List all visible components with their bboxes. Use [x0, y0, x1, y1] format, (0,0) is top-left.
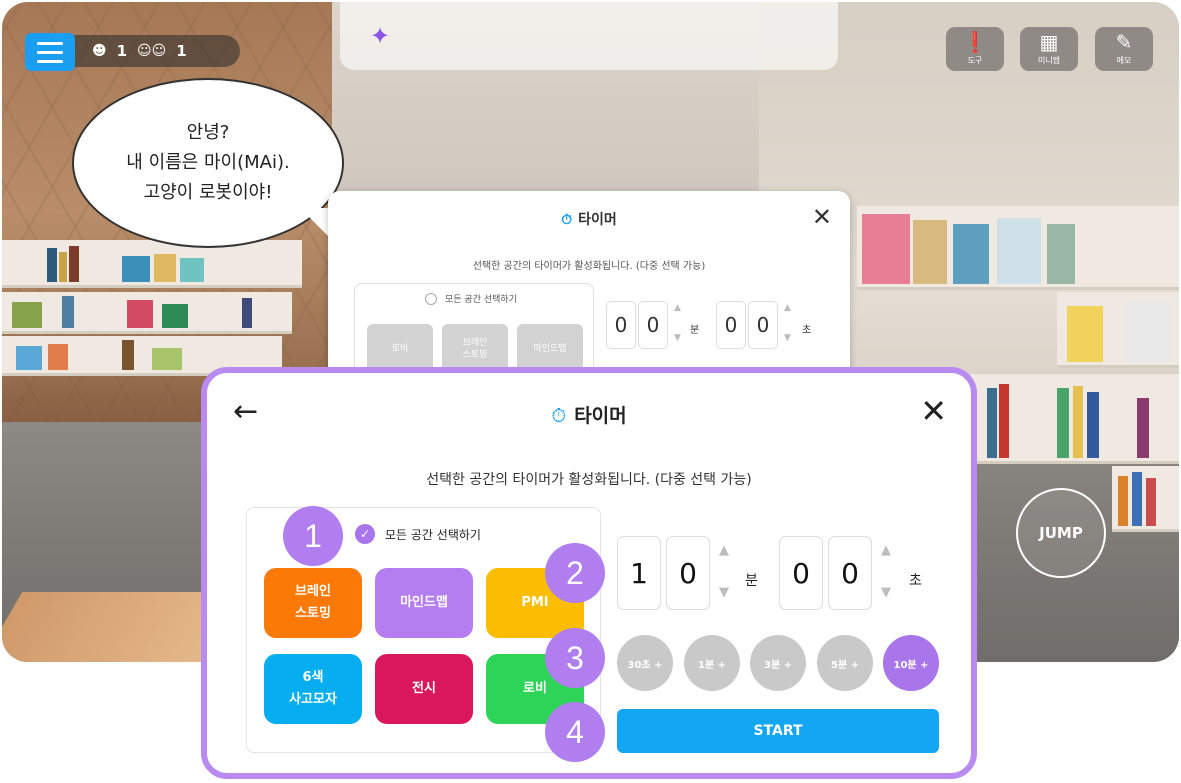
space-chip-exhibition[interactable]: 전시	[375, 654, 473, 724]
speech-bubble-tail	[300, 208, 330, 238]
dialog-subtitle: 선택한 공간의 타이머가 활성화됩니다. (다중 선택 가능)	[426, 472, 752, 488]
unit-minutes: 분	[745, 573, 758, 589]
users-icon: ☺☺	[137, 43, 167, 59]
timer-dialog-preview: ⏱ 타이머 ✕ 선택한 공간의 타이머가 활성화됩니다. (다중 선택 가능) 모…	[328, 191, 850, 391]
mini-min-tens[interactable]: 0	[606, 301, 636, 349]
mini-select-all[interactable]: 모든 공간 선택하기	[425, 292, 517, 305]
minutes-ones-digit[interactable]: 0	[666, 536, 710, 610]
check-icon: ✓	[355, 524, 375, 544]
preset-5m-button[interactable]: 5분 +	[817, 635, 873, 691]
minimap-icon: ▦	[1039, 30, 1059, 54]
close-icon[interactable]: ✕	[920, 395, 947, 427]
tool-label: 도구	[967, 56, 983, 65]
minutes-tens-digit[interactable]: 1	[617, 536, 661, 610]
space-chip-six-hats[interactable]: 6색 사고모자	[264, 654, 362, 724]
minutes-up-chevron-icon[interactable]: ▲	[719, 543, 729, 558]
user-count: 1	[176, 42, 187, 60]
rocket-logo-icon[interactable]: ✦	[370, 22, 398, 50]
jump-button[interactable]: JUMP	[1016, 488, 1106, 578]
space-chip-brainstorming[interactable]: 브레인 스토밍	[264, 568, 362, 638]
close-icon[interactable]: ✕	[812, 203, 832, 231]
bookshelf-left-top	[2, 240, 302, 288]
menu-button[interactable]	[25, 33, 75, 71]
seconds-up-chevron-icon[interactable]: ▲	[881, 543, 891, 558]
minutes-down-chevron-icon[interactable]: ▼	[719, 585, 729, 600]
mini-sec-ones[interactable]: 0	[748, 301, 778, 349]
preset-30s-button[interactable]: 30초 +	[617, 635, 673, 691]
mini-dialog-title: ⏱ 타이머	[561, 212, 617, 228]
space-chip-mindmap[interactable]: 마인드맵	[375, 568, 473, 638]
bookshelf-right-middle	[1057, 292, 1179, 368]
mini-unit-sec: 초	[802, 325, 812, 336]
chevron-up-icon[interactable]: ▲	[674, 303, 681, 313]
seconds-tens-digit[interactable]: 0	[779, 536, 823, 610]
stopwatch-icon: ⏱	[551, 405, 567, 427]
step-marker-4: 4	[545, 702, 605, 762]
memo-icon: ✎	[1115, 30, 1133, 54]
chevron-up-icon[interactable]: ▲	[784, 303, 791, 313]
seconds-down-chevron-icon[interactable]: ▼	[881, 585, 891, 600]
mini-min-ones[interactable]: 0	[638, 301, 668, 349]
top-center-bar: ✦	[340, 2, 838, 70]
preset-3m-button[interactable]: 3분 +	[750, 635, 806, 691]
bookshelf-left-middle	[2, 292, 292, 334]
start-label: START	[753, 723, 803, 739]
bookshelf-right-top	[857, 206, 1179, 290]
jump-label: JUMP	[1039, 524, 1083, 542]
tool-button[interactable]: ❗ 도구	[946, 27, 1004, 71]
step-marker-3: 3	[545, 628, 605, 688]
hamburger-icon	[37, 41, 63, 45]
minimap-button[interactable]: ▦ 미니맵	[1020, 27, 1078, 71]
preset-1m-button[interactable]: 1분 +	[684, 635, 740, 691]
host-count: 1	[116, 42, 128, 60]
mini-dialog-subtitle: 선택한 공간의 타이머가 활성화됩니다. (다중 선택 가능)	[472, 261, 706, 272]
minimap-label: 미니맵	[1037, 56, 1061, 65]
chevron-down-icon[interactable]: ▼	[674, 333, 681, 343]
preset-10m-button[interactable]: 10분 +	[883, 635, 939, 691]
bubble-line-2: 내 이름은 마이(MAi).	[126, 152, 290, 173]
start-button[interactable]: START	[617, 709, 939, 753]
unit-seconds: 초	[909, 573, 922, 589]
step-marker-2: 2	[545, 543, 605, 603]
tool-icon: ❗	[962, 30, 988, 54]
bubble-line-3: 고양이 로봇이야!	[143, 182, 273, 203]
select-all-label: 모든 공간 선택하기	[385, 527, 481, 542]
stopwatch-icon: ⏱	[561, 212, 573, 228]
participant-counter[interactable]: ☻ 1 ☺☺ 1	[70, 35, 240, 67]
select-all-spaces[interactable]: ✓ 모든 공간 선택하기	[355, 524, 481, 544]
bookshelf-right-bottom	[1112, 466, 1179, 532]
memo-label: 메모	[1116, 56, 1132, 65]
mini-sec-tens[interactable]: 0	[716, 301, 746, 349]
chevron-down-icon[interactable]: ▼	[784, 333, 791, 343]
bubble-line-1: 안녕?	[186, 122, 230, 143]
seconds-ones-digit[interactable]: 0	[828, 536, 872, 610]
memo-button[interactable]: ✎ 메모	[1095, 27, 1153, 71]
radio-icon	[425, 292, 437, 305]
mini-unit-min: 분	[690, 325, 700, 336]
step-marker-1: 1	[283, 506, 343, 566]
dialog-title: ⏱ 타이머	[551, 405, 627, 427]
host-icon: ☻	[92, 43, 107, 59]
